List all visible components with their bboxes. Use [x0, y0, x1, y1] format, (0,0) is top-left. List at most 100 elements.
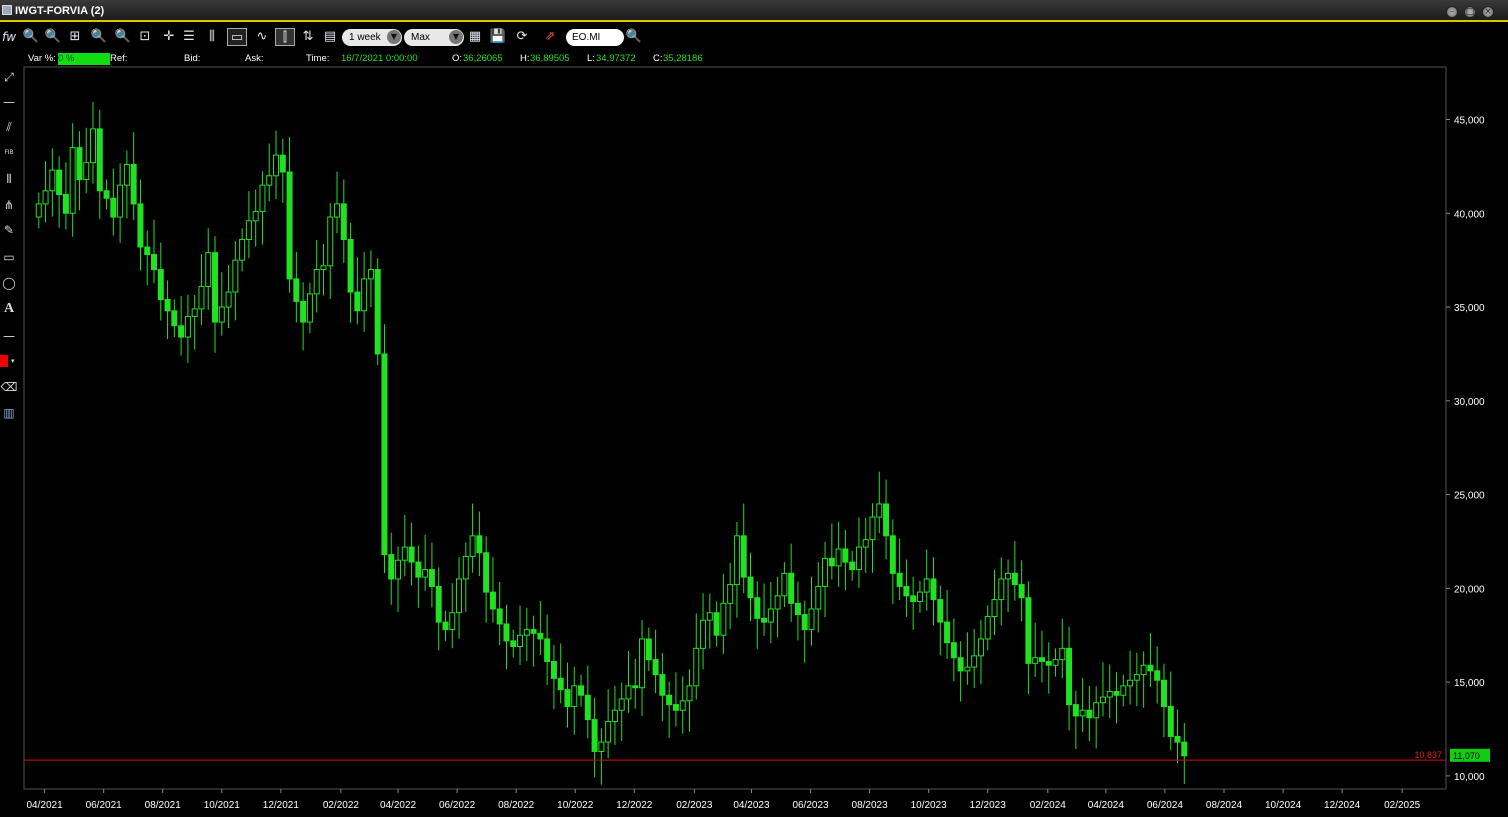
candle [984, 605, 991, 651]
candle-body [855, 546, 862, 571]
candle-body [1120, 685, 1127, 696]
candle [395, 546, 402, 613]
candle-body [388, 554, 395, 580]
candle [442, 610, 449, 641]
candle [354, 257, 361, 325]
candle-body [164, 299, 171, 312]
candle-body [42, 190, 49, 205]
x-tick-label: 10/2023 [911, 800, 948, 811]
x-tick-label: 08/2022 [498, 800, 535, 811]
x-tick-label: 12/2021 [263, 800, 300, 811]
candle [883, 479, 890, 560]
y-tick-label: 25,000 [1454, 491, 1485, 502]
candle-body [822, 557, 829, 587]
price-chart[interactable]: 10,837 11,070 45,000 40,000 35,000 30,000 25… [0, 0, 1508, 817]
candle-body [964, 666, 971, 672]
candle-body [1059, 647, 1066, 661]
candle [788, 543, 795, 622]
candle-body [259, 184, 266, 212]
candle [591, 697, 598, 778]
candle [1147, 632, 1154, 687]
candle-body [571, 685, 578, 707]
candle-body [672, 704, 679, 711]
candle [306, 282, 313, 334]
candle [327, 203, 334, 299]
candle-body [1052, 659, 1059, 666]
candle [225, 265, 232, 329]
candle-body [191, 308, 198, 317]
candle-body [1133, 674, 1140, 681]
candle-body [937, 599, 944, 623]
candle-body [300, 300, 307, 323]
reference-line-label: 10,837 [1414, 750, 1442, 760]
x-tick-label: 08/2021 [145, 800, 182, 811]
candle [1052, 648, 1059, 677]
candle [686, 669, 693, 732]
candle [408, 522, 415, 586]
candle-body [117, 184, 124, 218]
candle-body [876, 503, 883, 518]
candle-body [157, 269, 164, 301]
candle-body [754, 597, 761, 619]
candle [1181, 722, 1188, 785]
candle-body [835, 548, 842, 567]
candle-body [774, 595, 781, 610]
candle [300, 282, 307, 351]
candle [618, 682, 625, 741]
candle [347, 223, 354, 323]
candle [1113, 672, 1120, 724]
candle [794, 581, 801, 641]
candle-body [944, 621, 951, 644]
candle [476, 511, 483, 577]
candle [42, 161, 49, 223]
candle [388, 532, 395, 605]
candle-body [449, 612, 456, 631]
candle [1066, 626, 1073, 731]
candle [1011, 541, 1018, 601]
candle-body [1174, 735, 1181, 743]
candle-body [564, 689, 571, 707]
candle-body [740, 535, 747, 578]
candle-body [713, 612, 720, 636]
candle-body [883, 503, 890, 537]
candle-body [767, 608, 774, 623]
candle [781, 562, 788, 608]
candle [916, 580, 923, 613]
x-tick-label: 02/2024 [1030, 800, 1067, 811]
candle-body [327, 216, 334, 267]
candle-body [801, 614, 808, 631]
candle [90, 101, 97, 184]
candle [767, 581, 774, 644]
candle-body [56, 169, 63, 196]
candle [611, 685, 618, 745]
candle [1086, 685, 1093, 742]
candle-body [1127, 679, 1134, 687]
last-price-marker: 11,070 [1450, 748, 1490, 762]
candle-body [442, 621, 449, 631]
candle-body [1072, 704, 1079, 717]
candle-body [578, 685, 585, 696]
x-tick-label: 08/2023 [852, 800, 889, 811]
candle [62, 162, 69, 230]
candle-body [103, 190, 110, 199]
candle-body [462, 555, 469, 580]
candle [747, 552, 754, 622]
candle [550, 644, 557, 710]
candle-body [659, 674, 666, 696]
candle [212, 236, 219, 353]
candle [672, 672, 679, 727]
candle-body [815, 585, 822, 610]
candle-body [49, 169, 56, 192]
candle-body [957, 657, 964, 672]
candle-body [544, 638, 551, 662]
candle-body [483, 552, 490, 593]
candle-body [476, 535, 483, 554]
candle-body [788, 572, 795, 604]
candle-body [232, 259, 239, 293]
candle [849, 550, 856, 581]
candle-body [151, 254, 158, 271]
candle [130, 132, 137, 221]
candle-body [889, 535, 896, 574]
candle [232, 241, 239, 321]
candle-body [293, 278, 300, 302]
